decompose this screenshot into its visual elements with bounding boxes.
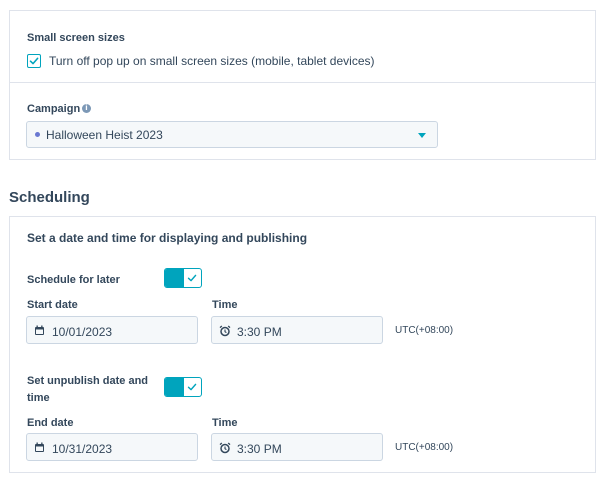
- start-time-value: 3:30 PM: [237, 325, 282, 339]
- calendar-icon: [35, 325, 44, 335]
- small-screen-checkbox-label[interactable]: Turn off pop up on small screen sizes (m…: [49, 54, 375, 68]
- campaign-color-dot: [35, 132, 40, 137]
- unpublish-toggle[interactable]: [164, 377, 202, 397]
- small-screen-checkbox[interactable]: [27, 54, 41, 68]
- start-date-value: 10/01/2023: [52, 325, 113, 339]
- start-time-label: Time: [212, 299, 238, 311]
- toggle-knob: [165, 378, 184, 396]
- end-date-field[interactable]: 10/31/2023: [26, 433, 198, 461]
- checkmark-icon: [187, 274, 197, 282]
- schedule-later-label: Schedule for later: [27, 274, 120, 286]
- unpublish-label-line1: Set unpublish date and: [27, 375, 149, 387]
- start-time-field[interactable]: 3:30 PM: [211, 316, 383, 344]
- scheduling-heading: Scheduling: [9, 189, 90, 206]
- schedule-later-toggle[interactable]: [164, 268, 202, 288]
- campaign-value: Halloween Heist 2023: [46, 128, 163, 142]
- campaign-label: Campaign: [27, 103, 81, 115]
- panel-divider: [10, 82, 595, 83]
- start-timezone: UTC(+08:00): [395, 325, 454, 336]
- end-time-value: 3:30 PM: [237, 442, 282, 456]
- end-date-label: End date: [27, 417, 74, 429]
- end-date-value: 10/31/2023: [52, 442, 113, 456]
- small-screen-title: Small screen sizes: [27, 32, 125, 44]
- campaign-select[interactable]: Halloween Heist 2023: [26, 121, 438, 148]
- calendar-icon: [35, 442, 44, 452]
- scheduling-subheading: Set a date and time for displaying and p…: [27, 231, 308, 245]
- start-date-label: Start date: [27, 299, 78, 311]
- end-time-label: Time: [212, 417, 238, 429]
- checkmark-icon: [187, 383, 197, 391]
- alarm-clock-icon: [219, 325, 231, 337]
- unpublish-label-line2: time: [27, 392, 50, 404]
- end-timezone: UTC(+08:00): [395, 442, 454, 453]
- toggle-knob: [165, 269, 184, 287]
- alarm-clock-icon: [219, 442, 231, 454]
- end-time-field[interactable]: 3:30 PM: [211, 433, 383, 461]
- info-icon[interactable]: i: [82, 104, 91, 113]
- chevron-down-icon: [418, 133, 426, 138]
- checkmark-icon: [29, 57, 39, 65]
- start-date-field[interactable]: 10/01/2023: [26, 316, 198, 344]
